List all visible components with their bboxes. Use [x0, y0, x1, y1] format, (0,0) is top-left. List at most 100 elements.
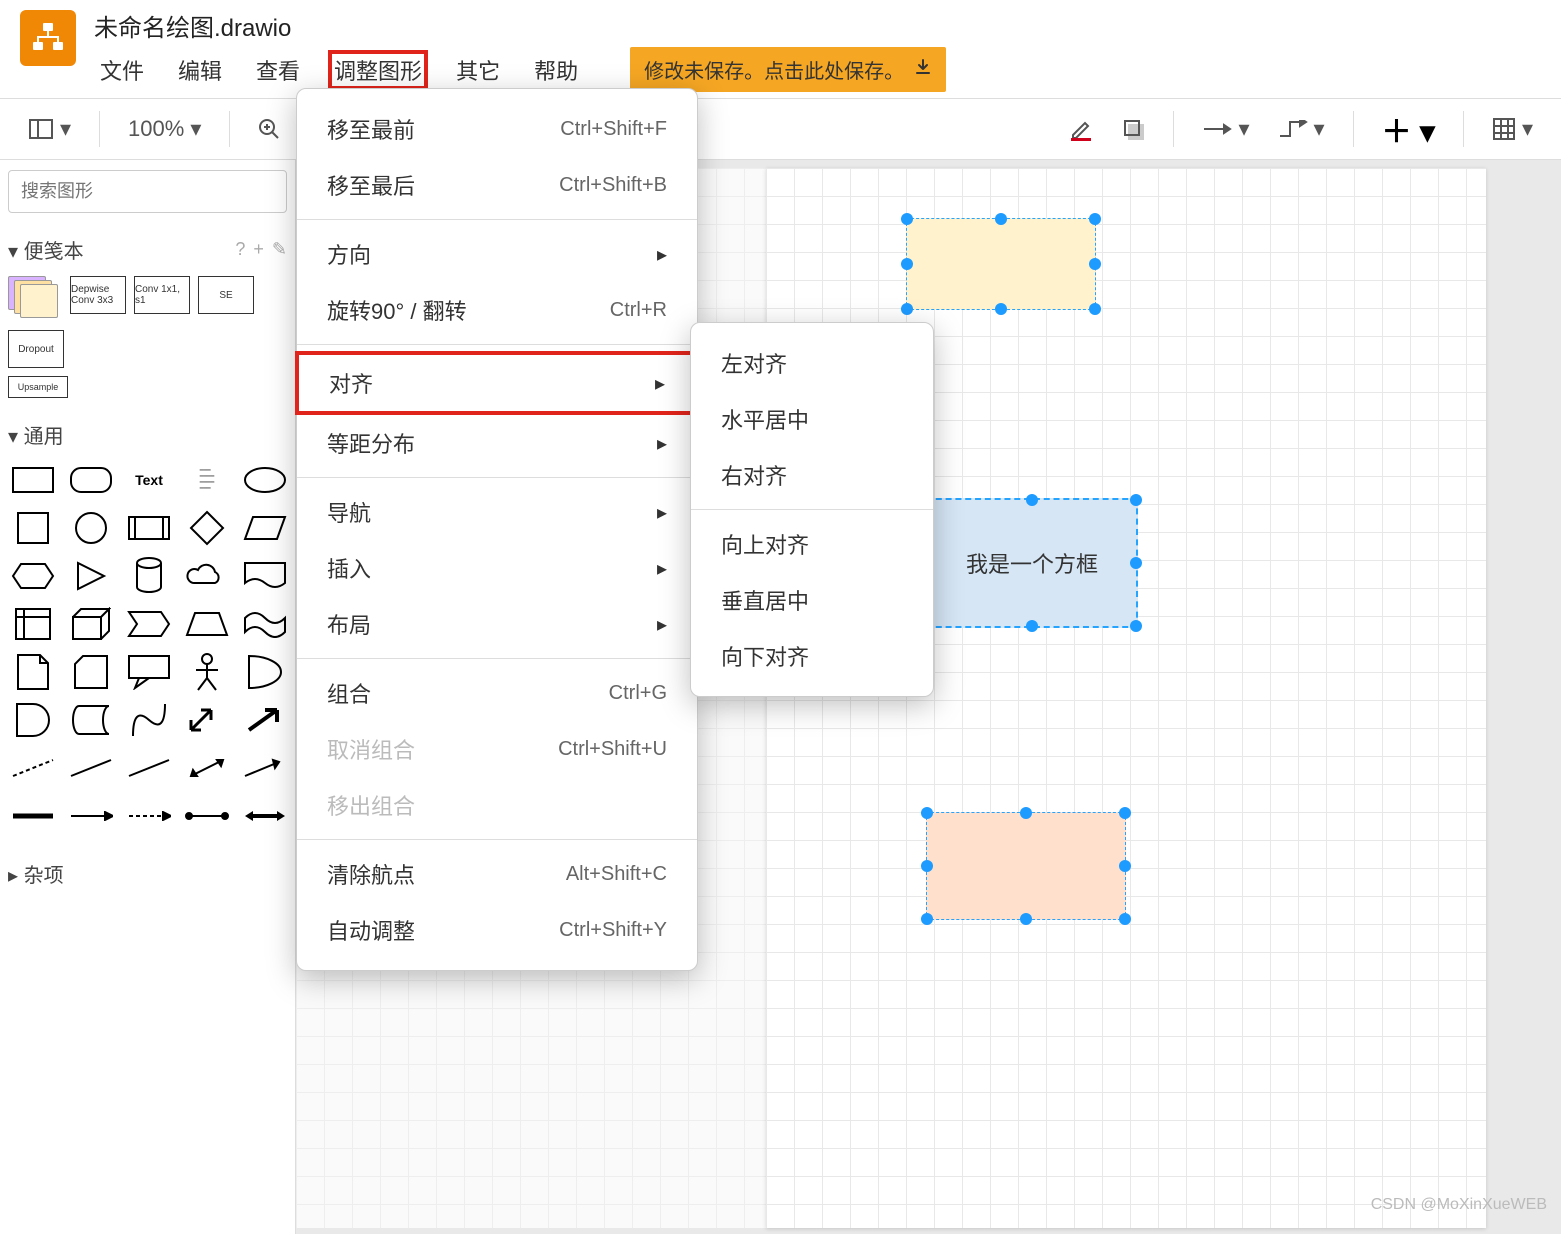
scratch-shape[interactable]: SE [198, 276, 254, 314]
submenu-item[interactable]: 向下对齐 [691, 628, 933, 684]
general-section-header[interactable]: ▾ 通用 [8, 420, 287, 449]
sidebar-toggle-button[interactable]: ▾ [28, 116, 71, 142]
shape-trapezoid[interactable] [182, 603, 232, 645]
menu-separator [297, 219, 697, 220]
shape-conn-dots[interactable] [182, 795, 232, 837]
menu-item[interactable]: 清除航点Alt+Shift+C [297, 846, 697, 902]
shape-bidir-conn[interactable] [182, 747, 232, 789]
menu-item[interactable]: 等距分布▸ [297, 415, 697, 471]
shape-dashed-arrow[interactable] [124, 795, 174, 837]
insert-icon[interactable]: ＋ ▾ [1382, 107, 1435, 151]
scratchpad-section-header[interactable]: ▾ 便笺本 ? + ✎ [8, 235, 287, 264]
chevron-right-icon: ▸ [657, 431, 667, 456]
shape-note[interactable] [8, 651, 58, 693]
shadow-icon[interactable] [1121, 117, 1145, 141]
connection-icon[interactable]: ▾ [1202, 116, 1249, 142]
shape-curve[interactable] [124, 699, 174, 741]
shape-internal-storage[interactable] [8, 603, 58, 645]
shape-bidir-thick[interactable] [240, 795, 290, 837]
line-color-icon[interactable] [1069, 117, 1093, 141]
shape-diamond[interactable] [182, 507, 232, 549]
title-block: 未命名绘图.drawio 文件 编辑 查看 调整图形 其它 帮助 修改未保存。点… [94, 8, 1541, 92]
menu-item[interactable]: 导航▸ [297, 484, 697, 540]
scratch-shape-upsample[interactable]: Upsample [8, 376, 68, 398]
menu-item[interactable]: 对齐▸ [295, 351, 699, 415]
scratch-shape[interactable]: Dropout [8, 330, 64, 368]
scratch-shape[interactable]: Depwise Conv 3x3 [70, 276, 126, 314]
shape-link[interactable] [8, 795, 58, 837]
submenu-item[interactable]: 右对齐 [691, 447, 933, 503]
shape-roundrect[interactable] [66, 459, 116, 501]
menu-separator [297, 477, 697, 478]
shape-process[interactable] [124, 507, 174, 549]
menu-item[interactable]: 移至最前Ctrl+Shift+F [297, 101, 697, 157]
waypoint-icon[interactable]: ▾ [1278, 116, 1325, 142]
menu-item[interactable]: 组合Ctrl+G [297, 665, 697, 721]
chevron-right-icon: ▸ [657, 500, 667, 525]
shape-tape[interactable] [240, 603, 290, 645]
shape-and[interactable] [8, 699, 58, 741]
document-title[interactable]: 未命名绘图.drawio [94, 8, 1541, 43]
shape-parallelogram[interactable] [240, 507, 290, 549]
menu-item[interactable]: 插入▸ [297, 540, 697, 596]
zoom-select[interactable]: 100% ▾ [128, 116, 201, 142]
selected-shape-yellow[interactable] [906, 218, 1096, 310]
shape-cylinder[interactable] [124, 555, 174, 597]
search-input[interactable] [8, 170, 287, 213]
save-warning[interactable]: 修改未保存。点击此处保存。 [630, 47, 946, 92]
menu-help[interactable]: 帮助 [528, 50, 584, 90]
shape-textbox[interactable]: ━━━━━━━━━━━━━━ [182, 459, 232, 501]
shape-ellipse[interactable] [240, 459, 290, 501]
shape-line2[interactable] [124, 747, 174, 789]
menu-item[interactable]: 布局▸ [297, 596, 697, 652]
shape-arrow-thin[interactable] [66, 795, 116, 837]
pencil-icon[interactable]: ✎ [272, 239, 287, 260]
table-icon[interactable]: ▾ [1492, 116, 1533, 142]
misc-section-header[interactable]: ▸ 杂项 [8, 859, 287, 888]
help-icon[interactable]: ? [235, 239, 245, 260]
submenu-item-label: 向下对齐 [721, 640, 809, 672]
shape-document[interactable] [240, 555, 290, 597]
shape-arrow[interactable] [240, 699, 290, 741]
menu-item[interactable]: 移至最后Ctrl+Shift+B [297, 157, 697, 213]
shape-circle[interactable] [66, 507, 116, 549]
shape-cube[interactable] [66, 603, 116, 645]
shape-line[interactable] [66, 747, 116, 789]
menu-view[interactable]: 查看 [250, 50, 306, 90]
menu-arrange[interactable]: 调整图形 [328, 50, 428, 90]
selected-shape-orange[interactable] [926, 812, 1126, 920]
menu-item[interactable]: 旋转90° / 翻转Ctrl+R [297, 282, 697, 338]
menu-extras[interactable]: 其它 [450, 50, 506, 90]
shape-hexagon[interactable] [8, 555, 58, 597]
menu-item[interactable]: 自动调整Ctrl+Shift+Y [297, 902, 697, 958]
shape-actor[interactable] [182, 651, 232, 693]
shape-dashed-line[interactable] [8, 747, 58, 789]
submenu-item[interactable]: 左对齐 [691, 335, 933, 391]
menu-shortcut: Ctrl+Shift+Y [559, 919, 667, 942]
shape-bidir-arrow[interactable] [182, 699, 232, 741]
shape-callout[interactable] [124, 651, 174, 693]
plus-icon[interactable]: + [253, 239, 264, 260]
shape-text[interactable]: Text [124, 459, 174, 501]
menu-item[interactable]: 方向▸ [297, 226, 697, 282]
submenu-item[interactable]: 向上对齐 [691, 516, 933, 572]
arrange-menu-dropdown: 移至最前Ctrl+Shift+F移至最后Ctrl+Shift+B 方向▸旋转90°… [296, 88, 698, 971]
shape-square[interactable] [8, 507, 58, 549]
shape-card[interactable] [66, 651, 116, 693]
shape-or[interactable] [240, 651, 290, 693]
submenu-item[interactable]: 水平居中 [691, 391, 933, 447]
shape-rect[interactable] [8, 459, 58, 501]
shape-step[interactable] [124, 603, 174, 645]
shape-triangle[interactable] [66, 555, 116, 597]
scratch-shape[interactable]: Conv 1x1, s1 [134, 276, 190, 314]
menu-separator [691, 509, 933, 510]
scratch-stack[interactable] [8, 276, 62, 322]
selected-shape-blue[interactable]: 我是一个方框 [926, 498, 1138, 628]
shape-datastore[interactable] [66, 699, 116, 741]
menu-edit[interactable]: 编辑 [172, 50, 228, 90]
zoom-in-icon[interactable] [258, 118, 280, 140]
shape-cloud[interactable] [182, 555, 232, 597]
menu-file[interactable]: 文件 [94, 50, 150, 90]
submenu-item[interactable]: 垂直居中 [691, 572, 933, 628]
shape-directional[interactable] [240, 747, 290, 789]
